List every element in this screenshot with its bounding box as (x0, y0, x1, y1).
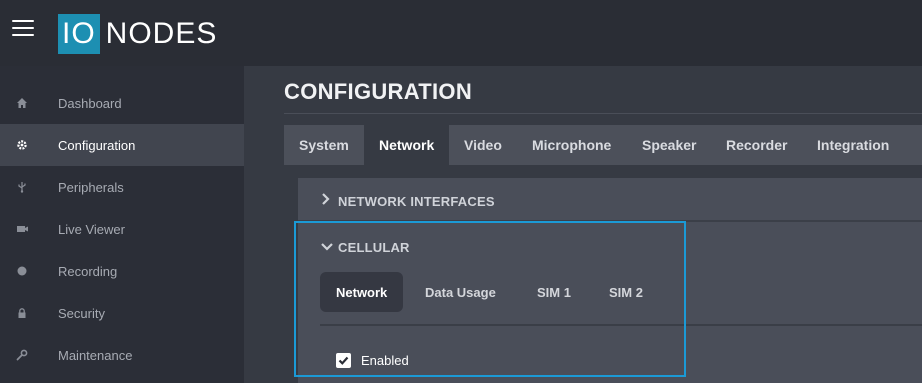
lock-icon (14, 305, 30, 321)
tab-integration[interactable]: Integration (802, 125, 904, 165)
sidebar-item-label: Dashboard (58, 95, 122, 111)
record-icon (14, 263, 30, 279)
sidebar-item-label: Recording (58, 263, 118, 279)
sidebar-item-security[interactable]: Security (0, 292, 244, 334)
enabled-label: Enabled (361, 352, 409, 368)
camera-icon (14, 221, 30, 237)
sidebar-item-label: Maintenance (58, 347, 133, 363)
sidebar-item-label: Live Viewer (58, 221, 125, 237)
config-tabs: System Network Video Microphone Speaker … (284, 125, 922, 165)
tab-recorder[interactable]: Recorder (711, 125, 802, 165)
wrench-icon (14, 347, 30, 363)
network-interfaces-header[interactable]: NETWORK INTERFACES (298, 178, 922, 222)
sidebar-item-peripherals[interactable]: Peripherals (0, 166, 244, 208)
subtab-sim-1[interactable]: SIM 1 (521, 272, 587, 312)
subtab-network[interactable]: Network (320, 272, 404, 312)
tab-network[interactable]: Network (364, 125, 450, 165)
chevron-down-icon (320, 240, 334, 254)
enabled-checkbox[interactable] (336, 352, 351, 368)
section-label: CELLULAR (338, 240, 410, 255)
usb-icon (14, 179, 30, 195)
title-divider (284, 113, 922, 114)
chevron-right-icon (320, 192, 334, 206)
enabled-checkbox-row[interactable]: Enabled (336, 352, 409, 368)
sidebar-item-dashboard[interactable]: Dashboard (0, 82, 244, 124)
sidebar-item-label: Security (58, 305, 105, 321)
logo-text: NODES (105, 17, 218, 50)
sidebar: Dashboard Configuration Peripherals Live… (0, 66, 244, 383)
network-panel: NETWORK INTERFACES CELLULAR Network Data… (298, 178, 922, 383)
page-title: CONFIGURATION (284, 79, 473, 104)
tab-video[interactable]: Video (449, 125, 517, 165)
subtab-divider (320, 324, 922, 326)
sidebar-item-maintenance[interactable]: Maintenance (0, 334, 244, 376)
subtab-data-usage[interactable]: Data Usage (409, 272, 512, 312)
home-icon (14, 95, 30, 111)
tab-speaker[interactable]: Speaker (627, 125, 711, 165)
sidebar-item-recording[interactable]: Recording (0, 250, 244, 292)
subtab-sim-2[interactable]: SIM 2 (593, 272, 659, 312)
sidebar-item-configuration[interactable]: Configuration (0, 124, 244, 166)
gear-icon (14, 137, 30, 153)
sidebar-item-live-viewer[interactable]: Live Viewer (0, 208, 244, 250)
sidebar-item-label: Configuration (58, 137, 136, 153)
sidebar-item-label: Peripherals (58, 179, 124, 195)
tab-system[interactable]: System (284, 125, 364, 165)
main-content: CONFIGURATION System Network Video Micro… (244, 66, 922, 383)
top-bar: IO NODES (0, 0, 922, 66)
cellular-header[interactable]: CELLULAR (298, 224, 922, 268)
logo[interactable]: IO NODES (58, 13, 217, 55)
logo-box: IO (58, 14, 100, 54)
menu-icon[interactable] (12, 20, 34, 38)
section-label: NETWORK INTERFACES (338, 194, 495, 209)
tab-microphone[interactable]: Microphone (517, 125, 626, 165)
